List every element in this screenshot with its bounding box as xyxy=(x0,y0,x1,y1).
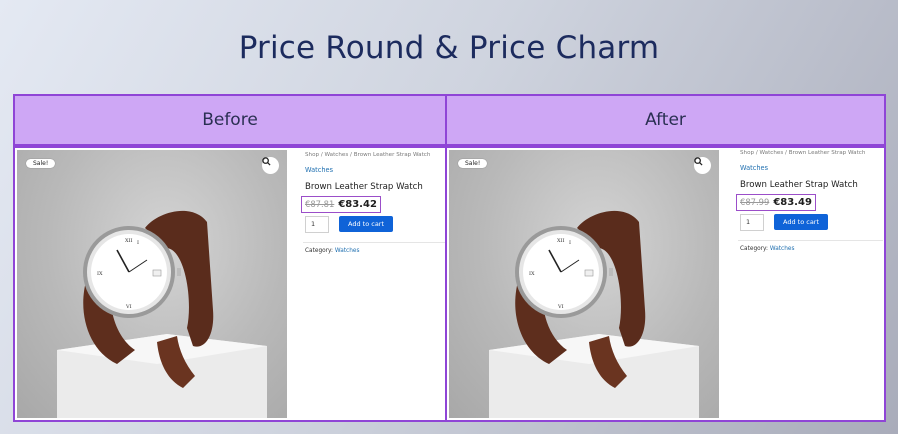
svg-text:I: I xyxy=(137,240,139,246)
svg-text:IX: IX xyxy=(97,271,103,277)
svg-text:VI: VI xyxy=(557,304,564,310)
product-title: Brown Leather Strap Watch xyxy=(740,180,858,190)
watch-illustration: XII VI IX I xyxy=(57,210,267,418)
svg-text:XII: XII xyxy=(557,238,565,244)
magnifier-icon xyxy=(694,157,703,166)
sale-badge: Sale! xyxy=(458,159,488,168)
quantity-input[interactable]: 1 xyxy=(305,215,329,233)
product-panel-before: XII VI IX I Sale! Shop / Watches / Brown L… xyxy=(13,146,447,422)
page-title: Price Round & Price Charm xyxy=(238,30,660,66)
product-meta: Category: Watches xyxy=(740,246,880,252)
zoom-button[interactable] xyxy=(262,157,279,174)
sale-price: €83.42 xyxy=(338,198,377,210)
breadcrumb[interactable]: Shop / Watches / Brown Leather Strap Wat… xyxy=(740,150,880,156)
svg-text:IX: IX xyxy=(529,271,535,277)
price-highlight: €87.99 €83.49 xyxy=(736,193,816,211)
category-value-link[interactable]: Watches xyxy=(770,246,795,252)
divider xyxy=(738,239,883,241)
add-to-cart-button[interactable]: Add to cart xyxy=(339,216,394,232)
quantity-input[interactable]: 1 xyxy=(740,213,764,231)
product-summary: Shop / Watches / Brown Leather Strap Wat… xyxy=(736,150,883,252)
magnifier-icon xyxy=(262,157,271,166)
column-header-before: Before xyxy=(13,94,447,146)
divider xyxy=(303,241,445,243)
add-to-cart-button[interactable]: Add to cart xyxy=(774,214,829,230)
watch-illustration: XII VI IX I xyxy=(489,210,699,418)
category-label: Category: xyxy=(740,245,769,252)
category-label: Category: xyxy=(305,247,334,254)
category-link[interactable]: Watches xyxy=(305,166,445,174)
regular-price: €87.81 xyxy=(305,199,335,209)
comparison-table: Before After XII VI IX I Sale! Shop / Wa… xyxy=(13,94,886,422)
svg-text:I: I xyxy=(569,240,571,246)
product-panel-after: XII VI IX I Sale! Shop / Watches / Brown L… xyxy=(445,146,886,422)
product-title: Brown Leather Strap Watch xyxy=(305,182,423,192)
breadcrumb[interactable]: Shop / Watches / Brown Leather Strap Wat… xyxy=(305,152,445,158)
svg-text:XII: XII xyxy=(125,238,133,244)
sale-price: €83.49 xyxy=(773,196,812,208)
product-meta: Category: Watches xyxy=(305,248,445,254)
category-value-link[interactable]: Watches xyxy=(335,248,360,254)
regular-price: €87.99 xyxy=(740,197,770,207)
zoom-button[interactable] xyxy=(694,157,711,174)
sale-badge: Sale! xyxy=(26,159,56,168)
product-summary: Shop / Watches / Brown Leather Strap Wat… xyxy=(301,152,445,254)
category-link[interactable]: Watches xyxy=(740,164,880,172)
product-image[interactable]: XII VI IX I Sale! xyxy=(17,150,287,418)
svg-text:VI: VI xyxy=(125,304,132,310)
product-image[interactable]: XII VI IX I Sale! xyxy=(449,150,719,418)
column-header-after: After xyxy=(445,94,886,146)
price-highlight: €87.81 €83.42 xyxy=(301,195,381,213)
